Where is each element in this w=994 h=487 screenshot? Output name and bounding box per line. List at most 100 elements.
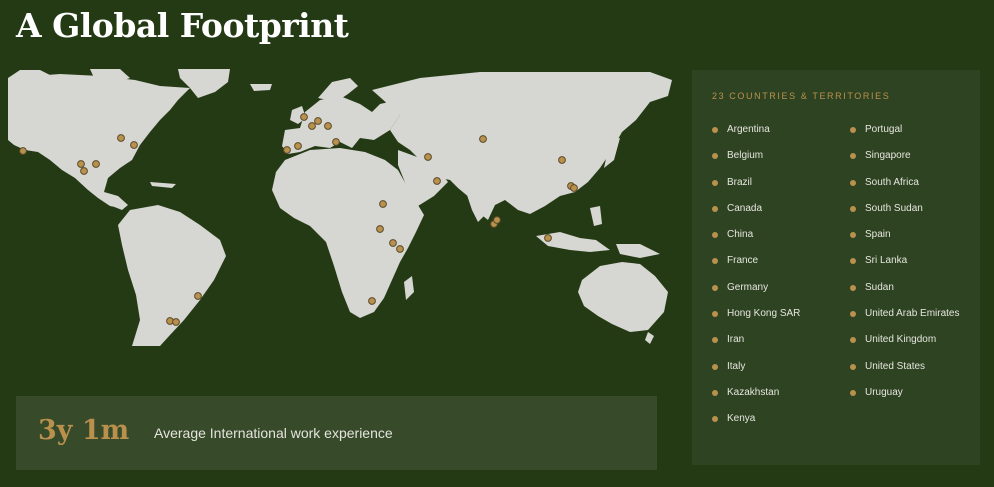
country-name: Germany [727,281,769,293]
country-name: Iran [727,334,745,346]
country-list-item: Portugal [850,124,960,150]
bullet-dot-icon [850,127,856,133]
country-name: Argentina [727,124,770,135]
map-marker [194,292,202,300]
australia-landmass [578,262,668,332]
country-list-item: Sri Lanka [850,255,960,281]
country-list-item: Kenya [712,413,800,439]
map-marker [479,135,487,143]
country-name: Kazakhstan [727,386,780,398]
philippines [590,206,602,226]
bullet-dot-icon [850,205,856,212]
country-name: United States [865,360,926,372]
greenland-landmass [178,69,230,98]
country-name: China [727,229,754,241]
bullet-dot-icon [712,311,718,318]
country-list-item: Germany [712,282,800,308]
map-marker [396,245,404,253]
country-name: Spain [865,229,891,241]
bullet-dot-icon [712,179,718,186]
country-name: Uruguay [865,386,903,398]
country-name: Italy [727,360,746,372]
country-list-item: United Arab Emirates [850,308,960,334]
map-marker [294,142,302,150]
country-list-item: Canada [712,203,800,229]
country-list-item: China [712,229,800,255]
bullet-dot-icon [712,337,718,344]
map-marker [300,113,308,121]
experience-stat-box: 3y 1m Average International work experie… [16,396,657,470]
map-marker [433,177,441,185]
map-marker [80,167,88,175]
bullet-dot-icon [850,284,856,291]
country-list-item: Sudan [850,282,960,308]
caribbean-islands [150,182,176,188]
map-marker [379,200,387,208]
countries-panel: 23 COUNTRIES & TERRITORIES Argentina Belg… [692,70,980,465]
countries-list-column-2: Portugal Singapore South Africa South Sudan… [850,124,960,413]
madagascar [404,276,414,300]
map-marker [130,141,138,149]
country-list-item: Uruguay [850,387,960,413]
bullet-dot-icon [850,337,856,344]
map-marker [172,318,180,326]
country-list-item: Belgium [712,150,800,176]
north-america-landmass [8,74,190,208]
page-title: A Global Footprint [16,6,349,45]
country-name: Singapore [865,150,911,162]
country-list-item: South Africa [850,177,960,203]
bullet-dot-icon [712,416,718,423]
new-guinea [616,244,660,258]
bullet-dot-icon [712,232,718,239]
bullet-dot-icon [850,311,856,318]
country-list-item: South Sudan [850,203,960,229]
iceland [250,84,272,91]
country-list-item: Kazakhstan [712,387,800,413]
map-marker [389,239,397,247]
bullet-dot-icon [712,363,718,370]
country-list-item: Singapore [850,150,960,176]
country-name: Kenya [727,413,756,425]
bullet-dot-icon [850,153,856,160]
map-marker [544,234,552,242]
country-name: Portugal [865,124,903,135]
country-name: United Arab Emirates [865,308,960,320]
map-marker [570,184,578,192]
bullet-dot-icon [850,389,856,396]
map-marker [558,156,566,164]
country-name: Belgium [727,150,764,162]
map-marker [324,122,332,130]
bullet-dot-icon [850,258,856,265]
country-name: Brazil [727,176,753,188]
country-name: Hong Kong SAR [727,308,801,320]
country-name: South Sudan [865,202,923,214]
map-marker [376,225,384,233]
experience-value: 3y 1m [38,415,130,446]
map-marker [332,138,340,146]
bullet-dot-icon [850,179,856,186]
country-name: South Africa [865,176,919,188]
world-map [8,69,672,347]
country-list-item: France [712,255,800,281]
map-marker [424,153,432,161]
map-marker [314,117,322,125]
bullet-dot-icon [850,232,856,239]
country-name: Canada [727,202,763,214]
africa-landmass [272,148,424,318]
new-zealand [645,332,654,344]
bullet-dot-icon [850,363,856,370]
country-list-item: Brazil [712,177,800,203]
countries-heading: 23 COUNTRIES & TERRITORIES [712,91,891,101]
country-list-item: Argentina [712,124,800,150]
scandinavia [318,78,358,102]
countries-list-column-1: Argentina Belgium Brazil Canada China France G… [712,124,800,440]
south-america-landmass [118,205,226,346]
country-list-item: Hong Kong SAR [712,308,800,334]
land-masses [8,69,672,346]
experience-label: Average International work experience [154,425,393,441]
map-marker [77,160,85,168]
country-name: Sudan [865,281,894,293]
country-list-item: United Kingdom [850,334,960,360]
map-marker [368,297,376,305]
country-list-item: United States [850,361,960,387]
